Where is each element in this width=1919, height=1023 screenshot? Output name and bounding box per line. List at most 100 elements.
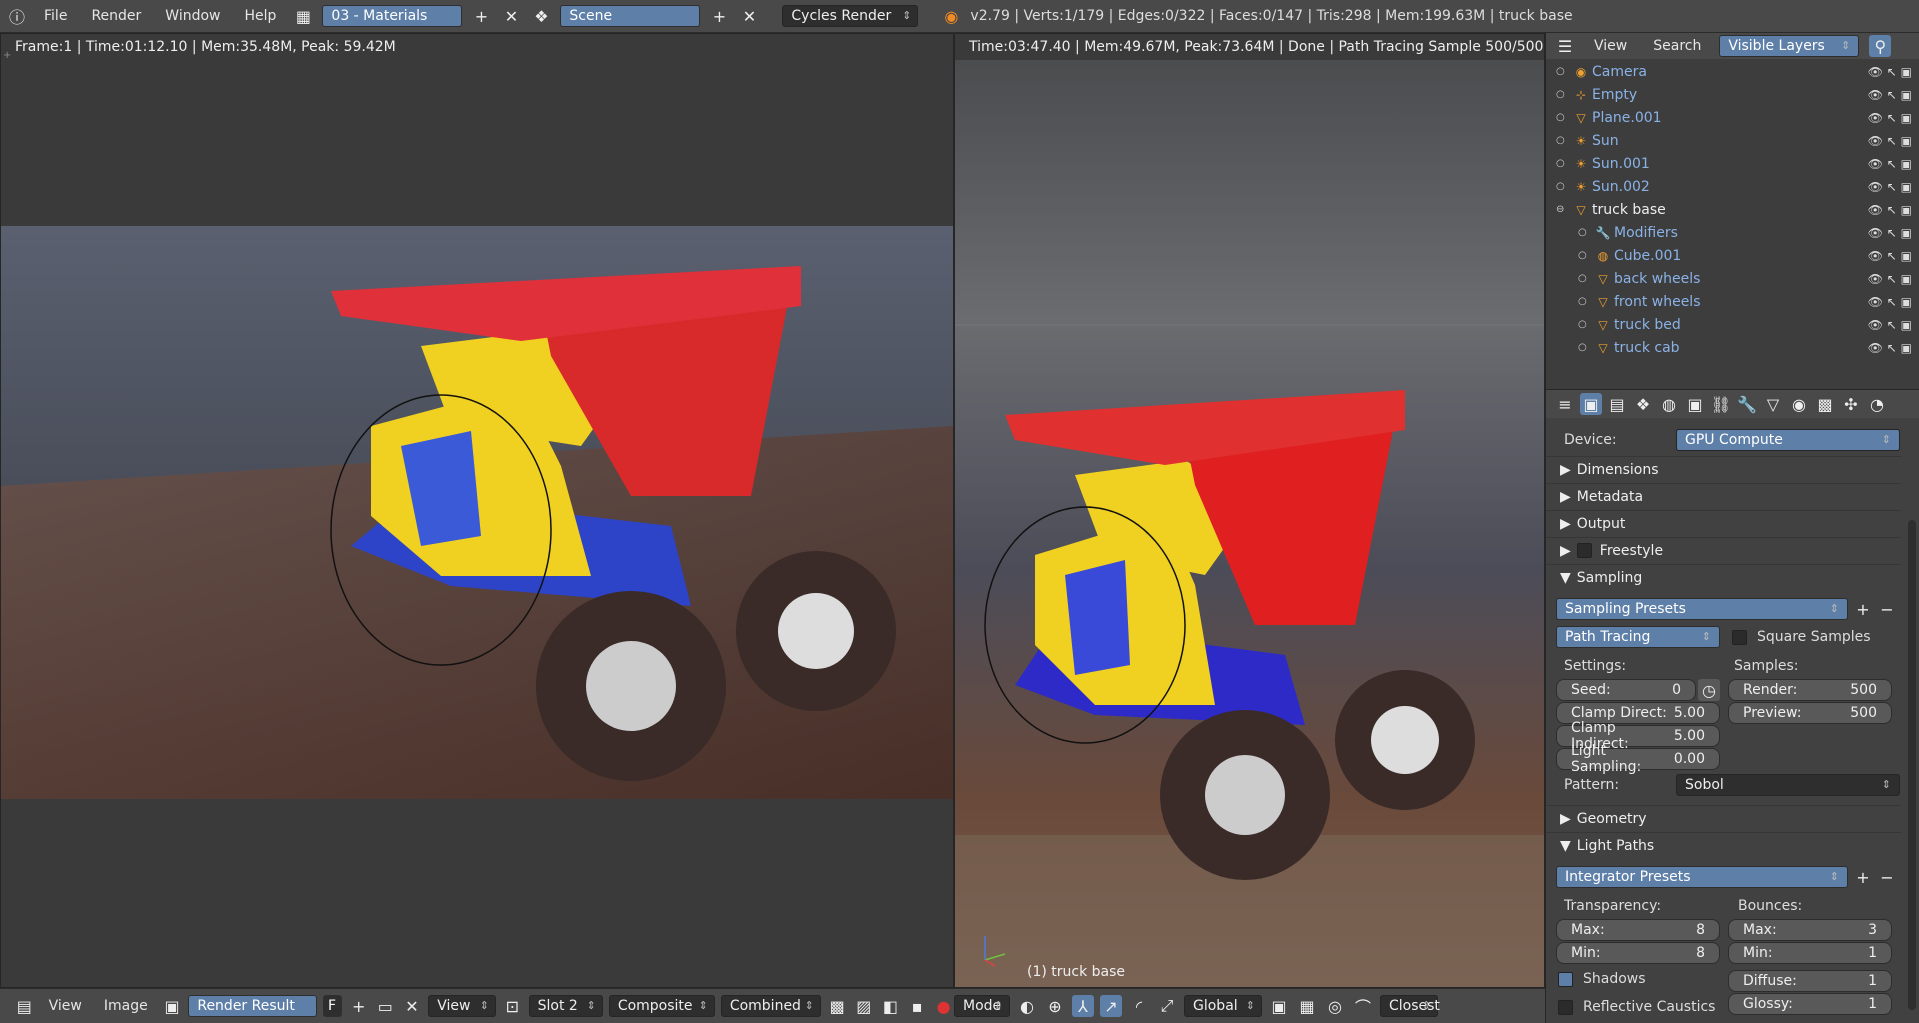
properties-scrollbar[interactable] [1908, 520, 1916, 1010]
outliner-item[interactable]: ○ ☀ Sun.002 👁 ↖ ▣ [1546, 175, 1919, 198]
outliner-item[interactable]: ○ ▽ Plane.001 👁 ↖ ▣ [1546, 106, 1919, 129]
fake-user-toggle[interactable]: F [322, 995, 343, 1017]
device-select[interactable]: GPU Compute [1676, 429, 1900, 451]
physics-tab-icon[interactable]: ◔ [1866, 393, 1888, 415]
outliner-item-name[interactable]: Sun [1592, 133, 1619, 149]
bounces-max-field[interactable]: Max: 3 [1728, 919, 1892, 941]
layer-icon[interactable]: ▣ [1268, 995, 1290, 1017]
material-tab-icon[interactable]: ◉ [1788, 393, 1810, 415]
outliner-item[interactable]: ○ ▽ back wheels 👁 ↖ ▣ [1546, 267, 1919, 290]
modifiers-tab-icon[interactable]: 🔧 [1736, 393, 1758, 415]
outliner-editor-icon[interactable]: ☰ [1554, 35, 1576, 57]
panel-metadata[interactable]: ▶ Metadata [1546, 483, 1901, 509]
integrator-presets-select[interactable]: Integrator Presets [1556, 866, 1848, 888]
pattern-select[interactable]: Sobol [1676, 774, 1900, 796]
expand-icon[interactable]: ○ [1556, 66, 1570, 77]
outliner-item[interactable]: ⊖ ▽ truck base 👁 ↖ ▣ [1546, 198, 1919, 221]
outliner-menu-search[interactable]: Search [1645, 38, 1709, 54]
panel-output[interactable]: ▶ Output [1546, 510, 1901, 536]
outliner-item[interactable]: ○ ☀ Sun 👁 ↖ ▣ [1546, 129, 1919, 152]
diffuse-bounces-field[interactable]: Diffuse: 1 [1728, 970, 1892, 992]
interaction-mode-select[interactable]: Mode [954, 995, 1010, 1017]
scene-tab-icon[interactable]: ❖ [1632, 393, 1654, 415]
expand-icon[interactable]: ○ [1556, 181, 1570, 192]
viewport-shading-icon[interactable]: ◐ [1016, 995, 1038, 1017]
menu-image[interactable]: Image [96, 998, 156, 1014]
restrict-toggles[interactable]: 👁 ↖ ▣ [1868, 65, 1912, 79]
render-layers-tab-icon[interactable]: ▤ [1606, 393, 1628, 415]
outliner-item-name[interactable]: Sun.002 [1592, 179, 1650, 195]
image-editor[interactable]: Frame:1 | Time:01:12.10 | Mem:35.48M, Pe… [0, 33, 954, 988]
outliner-item[interactable]: ○ ▽ truck cab 👁 ↖ ▣ [1546, 336, 1919, 359]
restrict-toggles[interactable]: 👁 ↖ ▣ [1868, 272, 1912, 286]
restrict-toggles[interactable]: 👁 ↖ ▣ [1868, 111, 1912, 125]
texture-tab-icon[interactable]: ▩ [1814, 393, 1836, 415]
add-scene-icon[interactable]: + [708, 5, 730, 27]
outliner-item-name[interactable]: Cube.001 [1614, 248, 1681, 264]
outliner-item[interactable]: ○ ▽ front wheels 👁 ↖ ▣ [1546, 290, 1919, 313]
screen-layout-icon[interactable]: ▦ [292, 5, 314, 27]
add-preset-icon[interactable]: + [1852, 598, 1874, 620]
expand-icon[interactable]: ○ [1556, 112, 1570, 123]
outliner-item[interactable]: ○ ☀ Sun.001 👁 ↖ ▣ [1546, 152, 1919, 175]
corner-handle-icon[interactable]: + [3, 50, 11, 61]
remove-scene-icon[interactable]: ✕ [738, 5, 760, 27]
object-tab-icon[interactable]: ▣ [1684, 393, 1706, 415]
restrict-toggles[interactable]: 👁 ↖ ▣ [1868, 341, 1912, 355]
panel-geometry[interactable]: ▶ Geometry [1546, 805, 1901, 831]
z-buffer-icon[interactable]: ◧ [880, 995, 901, 1017]
bounces-min-field[interactable]: Min: 1 [1728, 942, 1892, 964]
open-image-icon[interactable]: ▭ [375, 995, 396, 1017]
add-screen-icon[interactable]: + [470, 5, 492, 27]
expand-icon[interactable]: ○ [1578, 319, 1592, 330]
new-image-icon[interactable]: + [348, 995, 369, 1017]
search-icon[interactable]: ⚲ [1869, 35, 1892, 57]
restrict-toggles[interactable]: 👁 ↖ ▣ [1868, 203, 1912, 217]
expand-icon[interactable]: ○ [1556, 89, 1570, 100]
occlude-icon[interactable]: ▦ [1296, 995, 1318, 1017]
light-sampling-field[interactable]: Light Sampling: 0.00 [1556, 743, 1720, 775]
menu-file[interactable]: File [36, 8, 75, 24]
panel-dimensions[interactable]: ▶ Dimensions [1546, 456, 1901, 482]
panel-freestyle[interactable]: ▶ Freestyle [1546, 537, 1901, 563]
pivot-icon[interactable]: ⊡ [502, 995, 523, 1017]
data-tab-icon[interactable]: ▽ [1762, 393, 1784, 415]
shadows-toggle[interactable]: Shadows [1558, 971, 1646, 987]
scale-icon[interactable]: ⤢ [1156, 995, 1178, 1017]
render-pass-select[interactable]: Combined [720, 995, 821, 1017]
outliner-item[interactable]: ○ ▽ truck bed 👁 ↖ ▣ [1546, 313, 1919, 336]
expand-icon[interactable]: ○ [1578, 273, 1592, 284]
scene-field[interactable]: Scene [560, 5, 701, 27]
seed-field[interactable]: Seed: 0 [1556, 679, 1696, 701]
restrict-toggles[interactable]: 👁 ↖ ▣ [1868, 134, 1912, 148]
expand-icon[interactable]: ○ [1578, 296, 1592, 307]
render-result-image[interactable] [1, 226, 953, 799]
outliner-item-name[interactable]: truck bed [1614, 317, 1681, 333]
outliner-item[interactable]: ○ ⊹ Empty 👁 ↖ ▣ [1546, 83, 1919, 106]
outliner-item-name[interactable]: Plane.001 [1592, 110, 1662, 126]
expand-icon[interactable]: ○ [1578, 342, 1592, 353]
outliner-menu-view[interactable]: View [1586, 38, 1635, 54]
restrict-toggles[interactable]: 👁 ↖ ▣ [1868, 226, 1912, 240]
expand-icon[interactable]: ⊖ [1556, 204, 1570, 215]
alpha-icon[interactable]: ▨ [853, 995, 874, 1017]
remove-screen-icon[interactable]: ✕ [500, 5, 522, 27]
restrict-toggles[interactable]: 👁 ↖ ▣ [1868, 249, 1912, 263]
expand-icon[interactable]: ○ [1578, 227, 1592, 238]
editor-type-icon[interactable]: ▤ [14, 995, 35, 1017]
properties-editor-icon[interactable]: ≡ [1554, 393, 1576, 415]
snap-icon[interactable]: ⌒ [1352, 995, 1374, 1017]
outliner-item-name[interactable]: back wheels [1614, 271, 1700, 287]
menu-view[interactable]: View [41, 998, 90, 1014]
rotate-icon[interactable]: ◜ [1128, 995, 1150, 1017]
menu-help[interactable]: Help [236, 8, 284, 24]
outliner-item[interactable]: ○ 🔧 Modifiers 👁 ↖ ▣ [1546, 221, 1919, 244]
image-browse-icon[interactable]: ▣ [162, 995, 183, 1017]
integrator-select[interactable]: Path Tracing [1556, 626, 1720, 648]
info-editor-icon[interactable]: ⓘ [6, 5, 28, 27]
menu-window[interactable]: Window [157, 8, 228, 24]
outliner-item[interactable]: ○ ◉ Camera 👁 ↖ ▣ [1546, 60, 1919, 83]
panel-light-paths[interactable]: ▼ Light Paths [1546, 832, 1901, 858]
world-tab-icon[interactable]: ◍ [1658, 393, 1680, 415]
rendered-viewport-image[interactable] [955, 60, 1544, 988]
